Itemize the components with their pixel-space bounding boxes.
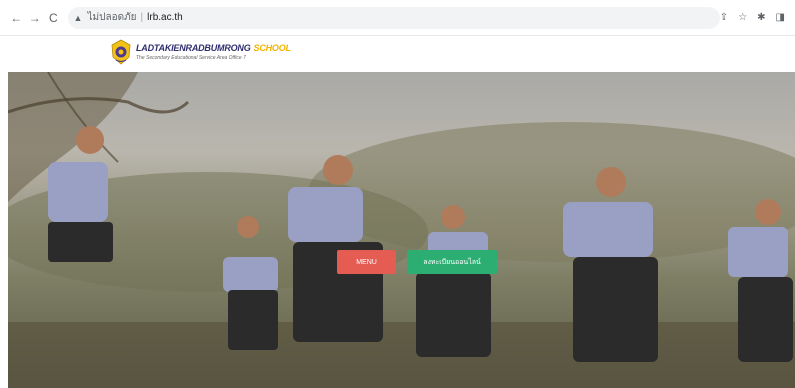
divider: | <box>140 12 144 23</box>
security-label: ไม่ปลอดภัย <box>87 12 137 23</box>
school-name[interactable]: LADTAKIENRADBUMRONG SCHOOL <box>136 43 291 53</box>
hero-photo <box>8 72 795 388</box>
sidebar-icon[interactable]: ◨ <box>776 12 785 23</box>
school-subtitle: The Secondary Educational Service Area O… <box>136 55 246 61</box>
reload-icon[interactable]: C <box>45 9 62 27</box>
extensions-icon[interactable]: ✱ <box>757 12 765 23</box>
back-arrow-icon[interactable]: ← <box>8 9 25 27</box>
browser-toolbar: ← → C ▲ ไม่ปลอดภัย | lrb.ac.th ⇪ ☆ ✱ ◨ <box>0 0 795 36</box>
address-bar[interactable]: ▲ ไม่ปลอดภัย | lrb.ac.th <box>67 6 720 29</box>
star-icon[interactable]: ☆ <box>738 12 747 23</box>
url-text: lrb.ac.th <box>147 12 183 23</box>
menu-button[interactable]: MENU <box>337 250 396 274</box>
school-logo-icon[interactable] <box>110 39 132 65</box>
hero-banner: MENU ลงทะเบียนออนไลน์ <box>8 72 795 388</box>
warning-icon: ▲ <box>73 12 83 23</box>
forward-arrow-icon[interactable]: → <box>27 9 44 27</box>
share-icon[interactable]: ⇪ <box>720 12 728 23</box>
online-registration-button[interactable]: ลงทะเบียนออนไลน์ <box>407 250 497 274</box>
